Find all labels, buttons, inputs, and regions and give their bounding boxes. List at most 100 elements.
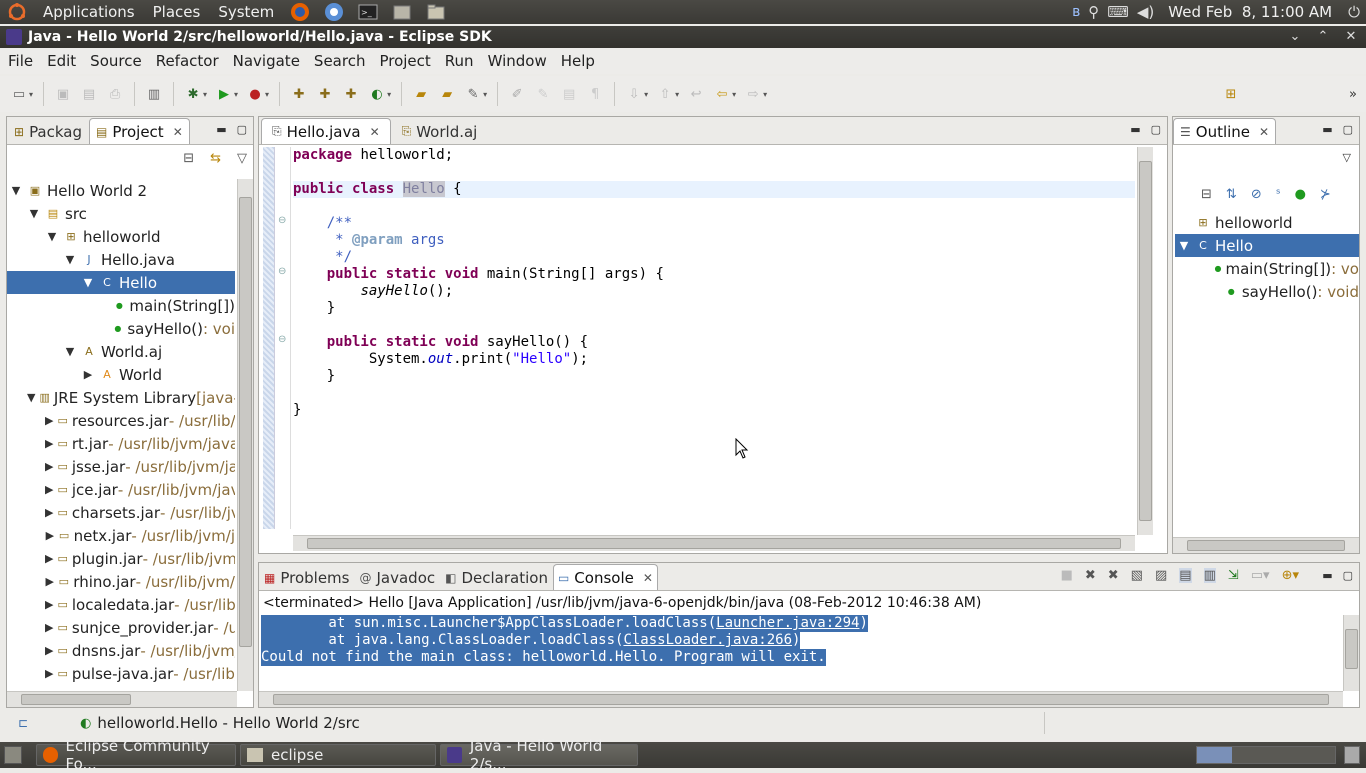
- maximize-view-icon[interactable]: ▢: [237, 123, 247, 136]
- tree-item[interactable]: ▶ ▭ localedata.jar - /usr/lib/: [7, 593, 235, 616]
- view-menu-icon[interactable]: ▽: [1343, 151, 1351, 164]
- menu-window[interactable]: Window: [481, 52, 554, 70]
- minimize-view-icon[interactable]: ▬: [216, 123, 226, 136]
- remove-launch-icon[interactable]: ✖: [1085, 568, 1096, 583]
- collapsed-arrow-icon[interactable]: ▶: [45, 552, 53, 565]
- close-tab-icon[interactable]: ✕: [173, 125, 183, 139]
- show-console-on-output-icon[interactable]: ▥: [1203, 568, 1216, 583]
- tree-item[interactable]: ▼ ▤ src: [7, 202, 235, 225]
- system-menu[interactable]: System: [209, 3, 283, 21]
- external-tools-dropdown-icon[interactable]: ▾: [265, 90, 269, 99]
- external-tools-icon[interactable]: ●: [244, 83, 266, 105]
- hide-static-icon[interactable]: ˢ: [1276, 187, 1281, 202]
- next-annotation-icon[interactable]: ⇩: [623, 83, 645, 105]
- tab-javadoc[interactable]: @ Javadoc: [354, 564, 440, 590]
- debug-icon[interactable]: ✱: [182, 83, 204, 105]
- menu-edit[interactable]: Edit: [40, 52, 83, 70]
- last-edit-location-icon[interactable]: ↩: [685, 83, 707, 105]
- console-vscrollbar[interactable]: [1343, 615, 1359, 691]
- scroll-lock-icon[interactable]: ▨: [1155, 568, 1167, 583]
- collapsed-arrow-icon[interactable]: ▶: [45, 437, 53, 450]
- workspace-2[interactable]: [1231, 747, 1266, 763]
- fold-main-icon[interactable]: ⊖: [278, 266, 286, 277]
- save-icon[interactable]: ▣: [52, 83, 74, 105]
- tree-item[interactable]: ▶ ▭ rt.jar - /usr/lib/jvm/java: [7, 432, 235, 455]
- tab-hello-java[interactable]: ⎘ Hello.java ✕: [261, 118, 391, 144]
- tree-item[interactable]: ▶ ▭ dnsns.jar - /usr/lib/jvm/: [7, 639, 235, 662]
- expanded-arrow-icon[interactable]: ▼: [27, 207, 41, 220]
- taskbar-eclipse-folder[interactable]: eclipse: [240, 744, 436, 766]
- hide-fields-icon[interactable]: ⊘: [1251, 187, 1262, 202]
- tab-console[interactable]: ▭ Console ✕: [552, 564, 658, 590]
- menu-project[interactable]: Project: [372, 52, 437, 70]
- applications-menu[interactable]: Applications: [34, 3, 144, 21]
- maximize-view-icon[interactable]: ▢: [1343, 123, 1353, 136]
- firefox-icon[interactable]: [289, 2, 311, 22]
- toggle-mark-occurrences-icon[interactable]: ✐: [506, 83, 528, 105]
- collapsed-arrow-icon[interactable]: ▶: [45, 575, 54, 588]
- tree-item[interactable]: ▼ J Hello.java: [7, 248, 235, 271]
- back-dropdown-icon[interactable]: ▾: [732, 90, 736, 99]
- bluetooth-icon[interactable]: ʙ: [1072, 4, 1080, 20]
- close-window-button[interactable]: ✕: [1342, 28, 1360, 46]
- maximize-view-icon[interactable]: ▢: [1343, 569, 1353, 582]
- run-dropdown-icon[interactable]: ▾: [234, 90, 238, 99]
- tree-item[interactable]: ▼ A World.aj: [7, 340, 235, 363]
- new-class-dropdown-icon[interactable]: ▾: [387, 90, 391, 99]
- power-icon[interactable]: ⏻: [1348, 3, 1360, 21]
- close-tab-icon[interactable]: ✕: [1259, 125, 1269, 139]
- minimize-view-icon[interactable]: ▬: [1322, 569, 1332, 582]
- expanded-arrow-icon[interactable]: ▼: [81, 276, 95, 289]
- hide-non-public-icon[interactable]: ●: [1295, 187, 1306, 202]
- taskbar-eclipse-window[interactable]: Java - Hello World 2/s...: [440, 737, 638, 773]
- maximize-view-icon[interactable]: ▢: [1151, 123, 1161, 136]
- close-tab-icon[interactable]: ✕: [370, 125, 380, 139]
- menu-help[interactable]: Help: [554, 52, 602, 70]
- tree-item[interactable]: ▶ ▭ sunjce_provider.jar - /u: [7, 616, 235, 639]
- maximize-window-button[interactable]: ⌃: [1314, 28, 1332, 46]
- classloader-link[interactable]: ClassLoader.java:266: [623, 632, 792, 648]
- block-selection-icon[interactable]: ¶: [584, 83, 606, 105]
- workspace-1[interactable]: [1197, 747, 1232, 763]
- collapsed-arrow-icon[interactable]: ▶: [45, 598, 53, 611]
- open-task-icon[interactable]: ▰: [436, 83, 458, 105]
- minimize-view-icon[interactable]: ▬: [1322, 123, 1332, 136]
- workspace-switcher[interactable]: [1196, 746, 1336, 764]
- collapsed-arrow-icon[interactable]: ▶: [81, 368, 95, 381]
- collapsed-arrow-icon[interactable]: ▶: [45, 483, 53, 496]
- tree-item[interactable]: ● main(String[]) : vo: [1175, 257, 1359, 280]
- workspace-4[interactable]: [1300, 747, 1335, 763]
- expanded-arrow-icon[interactable]: ▼: [63, 345, 77, 358]
- menu-refactor[interactable]: Refactor: [149, 52, 226, 70]
- collapse-all-icon[interactable]: ⊟: [1201, 187, 1212, 202]
- link-with-editor-icon[interactable]: ⇆: [210, 151, 221, 166]
- save-all-icon[interactable]: ▤: [78, 83, 100, 105]
- toggle-breadcrumb-icon[interactable]: ✎: [532, 83, 554, 105]
- tree-item[interactable]: ▶ A World: [7, 363, 235, 386]
- scroll-thumb[interactable]: [21, 694, 131, 705]
- places-menu[interactable]: Places: [144, 3, 210, 21]
- trash-icon[interactable]: [1344, 746, 1360, 764]
- forward-icon[interactable]: ⇨: [742, 83, 764, 105]
- project-tree-hscrollbar[interactable]: [7, 691, 237, 707]
- collapsed-arrow-icon[interactable]: ▶: [45, 529, 55, 542]
- tree-item[interactable]: ▶ ▭ resources.jar - /usr/lib/: [7, 409, 235, 432]
- workspace-3[interactable]: [1266, 747, 1301, 763]
- tab-package-explorer[interactable]: ⊞ Packag: [7, 118, 89, 144]
- tree-item[interactable]: ▶ ▭ jce.jar - /usr/lib/jvm/jav: [7, 478, 235, 501]
- tree-item[interactable]: ▼ ▥JRE System Library [java-6: [7, 386, 235, 409]
- tree-item[interactable]: ▼ C Hello: [7, 271, 235, 294]
- taskbar-firefox[interactable]: Eclipse Community Fo...: [36, 737, 236, 773]
- open-console-icon[interactable]: ⊕▾: [1282, 568, 1299, 583]
- keyboard-icon[interactable]: ⌨: [1107, 3, 1129, 21]
- tree-item[interactable]: ▼ ⊞ helloworld: [7, 225, 235, 248]
- clear-console-icon[interactable]: ▧: [1131, 568, 1143, 583]
- chromium-icon[interactable]: [323, 2, 345, 22]
- hide-local-types-icon[interactable]: ⊁: [1320, 187, 1331, 202]
- collapsed-arrow-icon[interactable]: ▶: [45, 644, 53, 657]
- show-desktop-icon[interactable]: [4, 746, 22, 764]
- new-icon[interactable]: ▭: [8, 83, 30, 105]
- scroll-thumb[interactable]: [1187, 540, 1345, 551]
- tab-declaration[interactable]: ◧ Declaration: [440, 564, 553, 590]
- ubuntu-logo-icon[interactable]: [6, 2, 28, 22]
